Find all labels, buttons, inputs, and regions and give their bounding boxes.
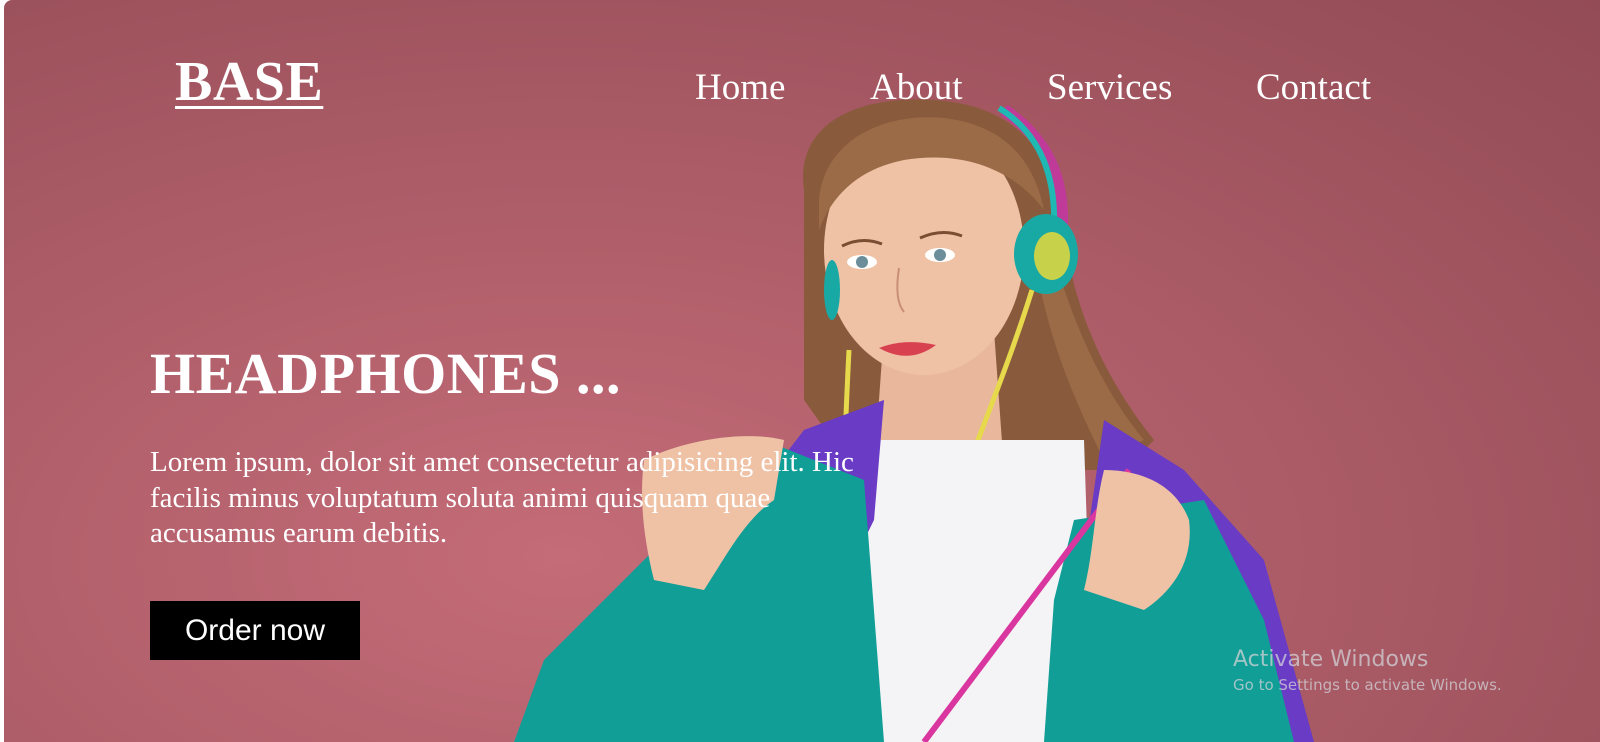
nav-services[interactable]: Services — [1047, 66, 1172, 110]
hero-description: Lorem ipsum, dolor sit amet consectetur … — [150, 446, 854, 549]
nav-home[interactable]: Home — [695, 66, 785, 110]
windows-activation-watermark: Activate Windows Go to Settings to activ… — [1233, 646, 1502, 696]
nav-about[interactable]: About — [870, 66, 963, 110]
watermark-title: Activate Windows — [1233, 647, 1429, 672]
nav-contact[interactable]: Contact — [1256, 66, 1371, 110]
watermark-subtitle: Go to Settings to activate Windows. — [1233, 676, 1502, 694]
hero-title: HEADPHONES ... — [150, 341, 622, 406]
hero-page: BASE Home About Services Contact HEADPHO… — [4, 0, 1600, 742]
order-now-button[interactable]: Order now — [150, 601, 360, 660]
site-logo[interactable]: BASE — [175, 52, 323, 112]
